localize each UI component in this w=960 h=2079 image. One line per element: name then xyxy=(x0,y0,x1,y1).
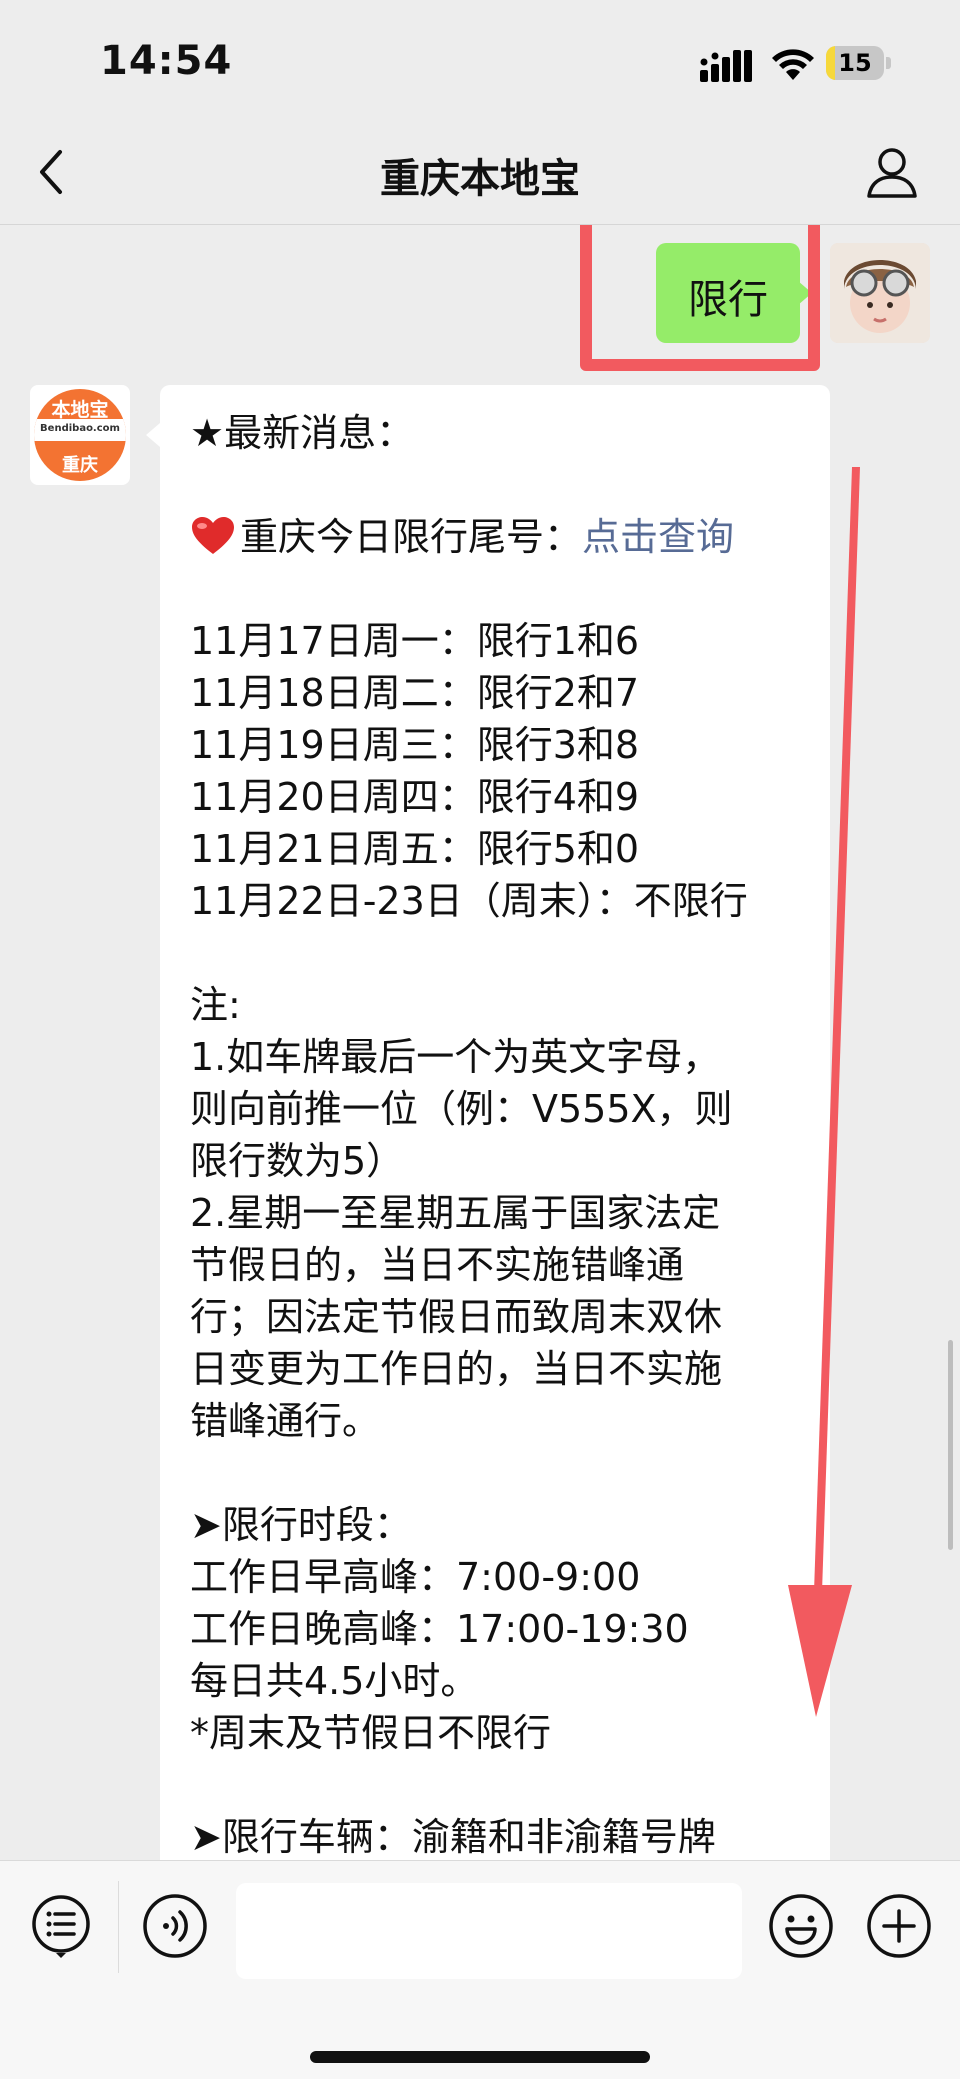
status-time: 14:54 xyxy=(100,38,233,84)
bendibao-logo: 本地宝 Bendibao.com 重庆 xyxy=(34,389,126,481)
menu-divider xyxy=(118,1881,119,1973)
highlight-annotation-box xyxy=(580,225,820,371)
today-prefix: 重庆今日限行尾号： xyxy=(240,515,583,559)
note-title: 注: xyxy=(190,983,241,1027)
menu-list-icon[interactable] xyxy=(28,1893,94,1959)
received-message-bubble[interactable]: ★最新消息： 重庆今日限行尾号：点击查询 11月17日周一：限行1和6 11月1… xyxy=(160,385,830,1860)
note-line: 1.如车牌最后一个为英文字母， xyxy=(190,1035,721,1079)
period-line: 工作日早高峰：7:00-9:00 xyxy=(190,1555,641,1599)
signal-icon xyxy=(700,50,752,82)
voice-icon[interactable] xyxy=(142,1893,208,1959)
nav-bar: 重庆本地宝 xyxy=(0,120,960,225)
home-indicator xyxy=(310,2051,650,2063)
battery-level: 15 xyxy=(838,49,872,77)
note-line: 节假日的，当日不实施错峰通 xyxy=(190,1243,685,1287)
note-line: 日变更为工作日的，当日不实施 xyxy=(190,1347,723,1391)
today-line: 重庆今日限行尾号：点击查询 xyxy=(190,511,810,563)
period-title: ➤限行时段： xyxy=(190,1503,412,1547)
user-profile-icon[interactable] xyxy=(864,144,920,200)
period-line: 工作日晚高峰：17:00-19:30 xyxy=(190,1607,689,1651)
schedule-line: 11月18日周二：限行2和7 xyxy=(190,671,640,715)
wifi-icon xyxy=(772,49,814,80)
my-avatar[interactable] xyxy=(830,243,930,343)
message-input[interactable] xyxy=(236,1883,742,1979)
logo-text-top: 本地宝 xyxy=(51,399,109,421)
period-line: *周末及节假日不限行 xyxy=(190,1711,552,1755)
period-line: 每日共4.5小时。 xyxy=(190,1659,479,1703)
red-arrow-annotation xyxy=(788,467,860,1717)
schedule-line: 11月22日-23日（周末）：不限行 xyxy=(190,879,748,923)
chat-area[interactable]: 限行 本地宝 Bendibao.com 重庆 ★最新消息： 重庆今日限行尾号：点… xyxy=(0,225,960,1860)
avatar-photo xyxy=(830,243,930,343)
heart-icon xyxy=(192,517,234,554)
note-line: 错峰通行。 xyxy=(190,1399,381,1443)
schedule-line: 11月17日周一：限行1和6 xyxy=(190,619,640,663)
status-bar: 14:54 15 xyxy=(0,0,960,120)
note-line: 则向前推一位（例：V555X，则 xyxy=(190,1087,733,1131)
schedule-line: 11月21日周五：限行5和0 xyxy=(190,827,640,871)
message-header: ★最新消息： xyxy=(190,411,415,455)
logo-text-bottom: 重庆 xyxy=(62,455,98,476)
schedule-line: 11月19日周三：限行3和8 xyxy=(190,723,640,767)
battery-icon: 15 xyxy=(826,46,892,80)
input-bar xyxy=(0,1860,960,2079)
received-message-body: ★最新消息： 重庆今日限行尾号：点击查询 11月17日周一：限行1和6 11月1… xyxy=(190,407,810,1860)
emoji-icon[interactable] xyxy=(768,1893,834,1959)
schedule-line: 11月20日周四：限行4和9 xyxy=(190,775,640,819)
logo-text-mid: Bendibao.com xyxy=(40,423,120,434)
query-link[interactable]: 点击查询 xyxy=(582,515,734,559)
vehicles-line: ➤限行车辆：渝籍和非渝籍号牌 xyxy=(190,1815,716,1859)
received-bubble-tail xyxy=(146,423,160,447)
bot-avatar[interactable]: 本地宝 Bendibao.com 重庆 xyxy=(30,385,130,485)
note-line: 2.星期一至星期五属于国家法定 xyxy=(190,1191,721,1235)
note-line: 限行数为5） xyxy=(190,1139,405,1183)
plus-icon[interactable] xyxy=(866,1893,932,1959)
page-title: 重庆本地宝 xyxy=(380,156,580,202)
scroll-indicator[interactable] xyxy=(948,1340,953,1550)
note-line: 行；因法定节假日而致周末双休 xyxy=(190,1295,723,1339)
